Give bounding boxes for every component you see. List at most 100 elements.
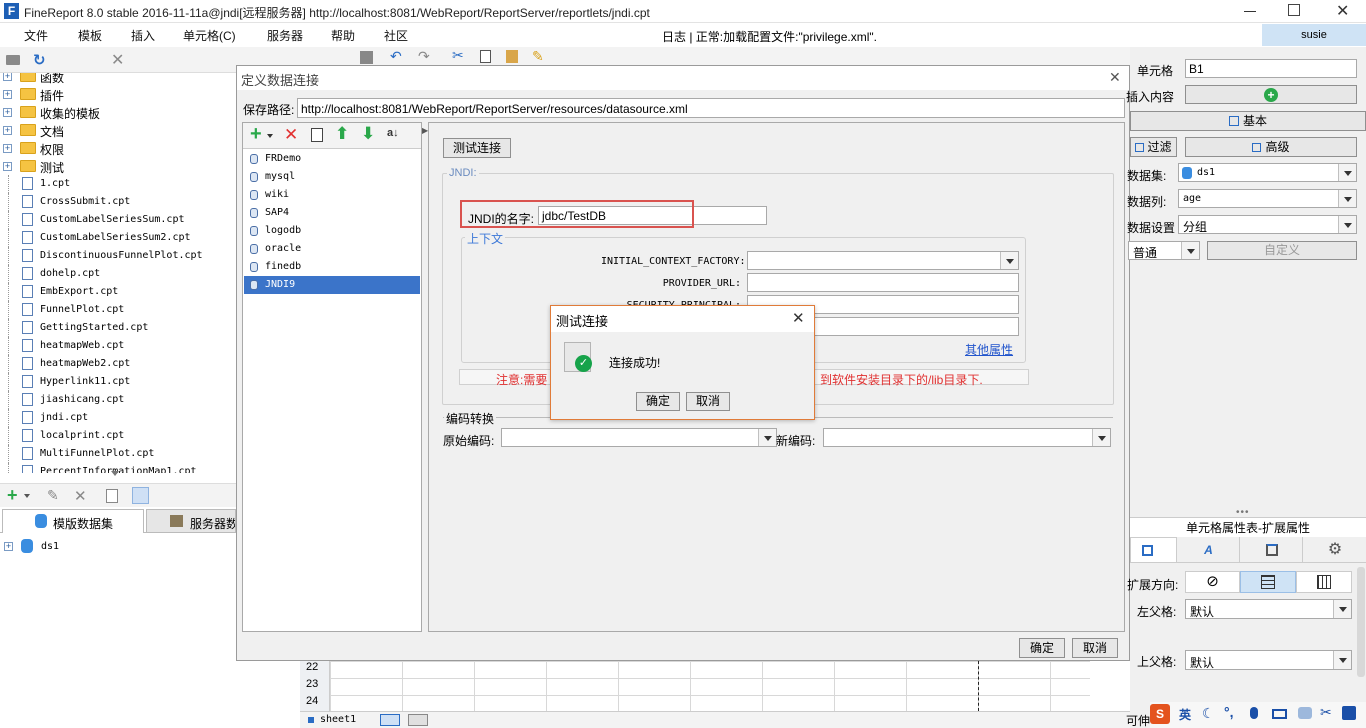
open-folder-icon[interactable] (6, 55, 20, 65)
dialog-close-icon[interactable]: ✕ (1109, 69, 1121, 86)
expand-icon[interactable]: + (3, 162, 12, 171)
ime-language[interactable]: 英 (1179, 706, 1191, 723)
toolbar-paste-icon[interactable] (506, 50, 518, 63)
preview-icon[interactable] (106, 489, 118, 503)
expand-vertical-icon[interactable] (1240, 571, 1296, 593)
delete-connection-icon[interactable]: ✕ (284, 125, 298, 145)
delete-icon[interactable]: ✕ (111, 50, 124, 70)
tree-file[interactable]: FunnelPlot.cpt (0, 301, 236, 319)
left-parent-combo[interactable]: 默认 (1185, 599, 1352, 619)
chevron-down-icon[interactable] (1092, 429, 1110, 446)
vertical-scrollbar[interactable] (1357, 567, 1365, 677)
move-down-icon[interactable]: ⬇ (361, 124, 375, 144)
tree-file[interactable]: jiashicang.cpt (0, 391, 236, 409)
chevron-down-icon[interactable] (758, 429, 776, 446)
expand-icon[interactable]: + (3, 126, 12, 135)
dropdown-arrow-icon[interactable] (24, 494, 30, 498)
edit-icon[interactable]: ✎ (47, 487, 59, 504)
expand-icon[interactable]: + (3, 73, 12, 81)
chevron-down-icon[interactable] (1333, 651, 1351, 669)
connection-item[interactable]: finedb (244, 258, 420, 276)
toolbar-undo-icon[interactable]: ↶ (390, 48, 402, 65)
popup-cancel-button[interactable]: 取消 (686, 392, 730, 411)
insert-content-button[interactable]: + (1185, 85, 1357, 104)
tab-template-datasets[interactable]: 模版数据集 (2, 509, 144, 533)
dataset-item-ds1[interactable]: + ds1 (0, 536, 236, 556)
popup-ok-button[interactable]: 确定 (636, 392, 680, 411)
chevron-down-icon[interactable] (1338, 216, 1356, 233)
original-encoding-combo[interactable] (501, 428, 777, 447)
toolbar-redo-icon[interactable]: ↷ (418, 48, 430, 65)
tree-file[interactable]: Hyperlink11.cpt (0, 373, 236, 391)
add-form-icon[interactable] (408, 714, 428, 726)
dataset-combo[interactable]: ds1 (1178, 163, 1357, 182)
menu-community[interactable]: 社区 (384, 27, 408, 44)
advanced-tab[interactable]: 高级 (1185, 137, 1357, 157)
menu-help[interactable]: 帮助 (331, 27, 355, 44)
keyboard-icon[interactable] (1272, 709, 1287, 719)
expand-icon[interactable]: + (3, 144, 12, 153)
column-combo[interactable]: age (1178, 189, 1357, 208)
connection-item[interactable]: logodb (244, 222, 420, 240)
tree-file[interactable]: localprint.cpt (0, 427, 236, 445)
tree-file[interactable]: jndi.cpt (0, 409, 236, 427)
add-sheet-icon[interactable] (380, 714, 400, 726)
tree-file[interactable]: heatmapWeb.cpt (0, 337, 236, 355)
tab-server-datasets[interactable]: 服务器数据集 (146, 509, 236, 533)
top-parent-combo[interactable]: 默认 (1185, 650, 1352, 670)
microphone-icon[interactable] (1250, 707, 1258, 719)
tree-file[interactable]: EmbExport.cpt (0, 283, 236, 301)
menu-cell[interactable]: 单元格(C) (183, 27, 236, 44)
punctuation-icon[interactable]: °, (1224, 704, 1234, 720)
save-path-field[interactable]: http://localhost:8081/WebReport/ReportSe… (297, 98, 1125, 118)
sort-icon[interactable]: a↓ (387, 127, 399, 139)
connection-item[interactable]: FRDemo (244, 150, 420, 168)
chevron-down-icon[interactable] (1338, 190, 1356, 207)
connection-item[interactable]: oracle (244, 240, 420, 258)
tree-file[interactable]: CustomLabelSeriesSum2.cpt (0, 229, 236, 247)
menu-server[interactable]: 服务器 (267, 27, 303, 44)
connection-item[interactable]: wiki (244, 186, 420, 204)
sheet-tab[interactable]: sheet1 (320, 714, 356, 725)
skin-icon[interactable] (1298, 707, 1312, 719)
remove-dataset-icon[interactable]: ✕ (74, 487, 87, 505)
toolbar-brush-icon[interactable]: ✎ (532, 48, 544, 65)
filter-tab[interactable]: 过滤 (1130, 137, 1177, 157)
expand-horizontal-icon[interactable] (1296, 571, 1352, 593)
cell-field[interactable]: B1 (1185, 59, 1357, 78)
chevron-down-icon[interactable] (1181, 242, 1199, 259)
tab-settings-gear-icon[interactable]: ⚙ (1304, 539, 1366, 559)
tree-file[interactable]: DiscontinuousFunnelPlot.cpt (0, 247, 236, 265)
tree-folder[interactable]: + 函数 (0, 73, 236, 85)
move-up-icon[interactable]: ⬆ (335, 124, 349, 144)
minimize-button[interactable] (1240, 4, 1260, 18)
menu-icon[interactable] (1342, 706, 1356, 720)
data-settings-combo[interactable]: 分组 (1178, 215, 1357, 234)
expand-icon[interactable]: + (3, 108, 12, 117)
connection-item[interactable]: SAP4 (244, 204, 420, 222)
menu-template[interactable]: 模板 (78, 27, 102, 44)
tree-folder[interactable]: + 插件 (0, 85, 236, 103)
tree-folder[interactable]: + 测试 (0, 157, 236, 175)
custom-button[interactable]: 自定义 (1207, 241, 1357, 260)
moon-icon[interactable]: ☾ (1202, 705, 1215, 722)
tree-folder[interactable]: + 收集的模板 (0, 103, 236, 121)
new-encoding-combo[interactable] (823, 428, 1111, 447)
tree-folder[interactable]: + 文档 (0, 121, 236, 139)
connection-item[interactable]: JNDI9 (244, 276, 420, 294)
chevron-down-icon[interactable] (1338, 164, 1356, 181)
copy-connection-icon[interactable] (311, 128, 323, 142)
tools-icon[interactable]: ✂ (1320, 704, 1332, 721)
expand-icon[interactable]: + (3, 90, 12, 99)
provider-url-field[interactable] (747, 273, 1019, 292)
other-properties-link[interactable]: 其他属性 (965, 341, 1013, 358)
tree-file[interactable]: GettingStarted.cpt (0, 319, 236, 337)
mode-combo[interactable]: 普通 (1128, 241, 1200, 260)
refresh-icon[interactable]: ↻ (33, 51, 46, 69)
close-window-button[interactable]: ✕ (1336, 1, 1349, 21)
dialog-ok-button[interactable]: 确定 (1019, 638, 1065, 658)
tab-widget-icon[interactable] (1241, 537, 1303, 563)
tab-style-icon[interactable]: A (1178, 537, 1240, 563)
tree-file[interactable]: heatmapWeb2.cpt (0, 355, 236, 373)
tab-expand-icon[interactable] (1130, 537, 1177, 563)
